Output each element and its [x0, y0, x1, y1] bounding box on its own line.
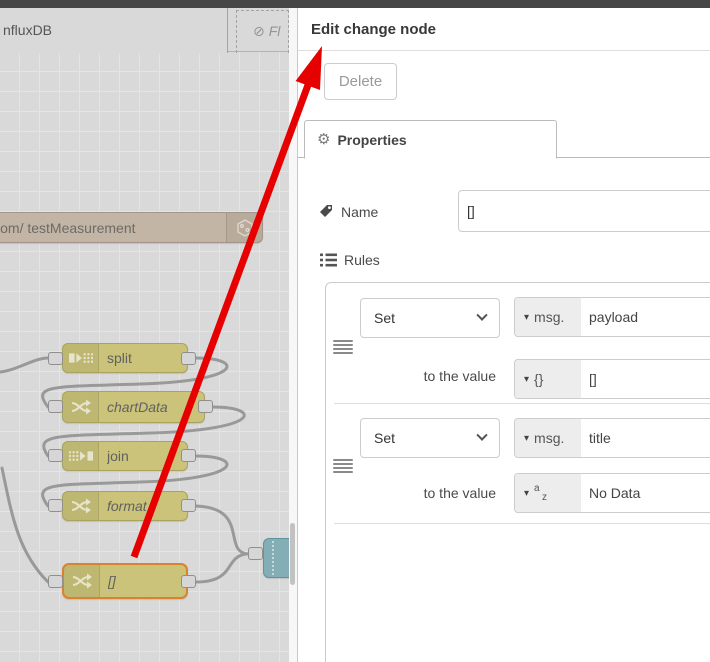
- rule-2-to-label: to the value: [423, 485, 496, 501]
- join-icon: [63, 442, 99, 470]
- node-join[interactable]: join: [62, 441, 188, 471]
- name-input[interactable]: [458, 190, 710, 232]
- selected-input-port[interactable]: [48, 575, 63, 588]
- teal-node-icon-edge: [272, 541, 274, 575]
- join-input-port[interactable]: [48, 449, 63, 462]
- caret-down-icon: ▾: [524, 487, 530, 499]
- join-output-port[interactable]: [181, 449, 196, 462]
- rule-2-action-value: Set: [374, 430, 396, 446]
- rules-container: Set ▾ msg. payload to the value ▾ {} []: [325, 282, 710, 662]
- selected-output-port[interactable]: [181, 575, 196, 588]
- canvas-scrollbar-thumb[interactable]: [290, 523, 295, 585]
- node-split[interactable]: split: [62, 343, 188, 373]
- tab-properties[interactable]: ⚙ Properties: [304, 120, 557, 159]
- rule-2-value: No Data: [589, 485, 641, 501]
- panel-title: Edit change node: [311, 21, 437, 38]
- tab-influxdb[interactable]: nfluxDB: [0, 8, 228, 53]
- node-selected-label: []: [108, 573, 116, 589]
- rules-label: Rules: [344, 252, 380, 268]
- tab-disabled-flow[interactable]: ⊘ Fl: [236, 10, 289, 53]
- edit-panel: Edit change node Delete ⚙ Properties Nam…: [297, 8, 710, 662]
- tab-disabled-label: Fl: [268, 23, 281, 39]
- node-influxdb-label: data.com/ testMeasurement: [0, 219, 136, 236]
- rule-divider: [334, 523, 710, 524]
- chartdata-output-port[interactable]: [198, 400, 213, 413]
- change-icon: [63, 492, 99, 520]
- rule-1-drag-handle[interactable]: [333, 340, 353, 354]
- name-label: Name: [341, 204, 379, 220]
- json-type-icon: {}: [534, 371, 544, 387]
- circle-slash-icon: ⊘: [253, 24, 265, 40]
- gear-icon: ⚙: [317, 130, 331, 148]
- teal-input-port[interactable]: [248, 547, 263, 560]
- node-format-label: format: [107, 498, 147, 514]
- rule-2-property-field[interactable]: ▾ msg. title: [514, 418, 710, 458]
- node-influxdb[interactable]: data.com/ testMeasurement: [0, 212, 263, 243]
- rule-1-value-field[interactable]: ▾ {} []: [514, 359, 710, 399]
- caret-down-icon: ▾: [524, 311, 530, 323]
- split-icon: [63, 344, 99, 372]
- chevron-down-icon: [476, 429, 488, 441]
- tab-properties-label: Properties: [337, 131, 407, 148]
- node-red-window: nfluxDB ⊘Fl data.com/ testMeasurement: [0, 0, 710, 662]
- node-chartdata[interactable]: chartData: [62, 391, 205, 423]
- wire-format-teal: [194, 504, 250, 556]
- string-type-icon: a z: [534, 483, 548, 503]
- chevron-down-icon: [476, 309, 488, 321]
- flow-canvas[interactable]: nfluxDB ⊘Fl data.com/ testMeasurement: [0, 8, 289, 662]
- node-format[interactable]: format: [62, 491, 188, 521]
- delete-button[interactable]: Delete: [324, 63, 397, 100]
- wire-selected-teal: [194, 552, 248, 584]
- split-output-port[interactable]: [181, 352, 196, 365]
- rule-divider: [334, 403, 710, 404]
- influxdb-logo-icon: [226, 213, 262, 242]
- rule-1-value-type[interactable]: ▾ {}: [515, 360, 581, 398]
- canvas-scrollbar: [289, 8, 297, 662]
- rule-1-to-label: to the value: [423, 368, 496, 384]
- rule-2-property-value: title: [589, 430, 611, 446]
- wire-into-split: [0, 356, 50, 374]
- node-split-label: split: [107, 350, 132, 366]
- wire-into-selected: [0, 466, 50, 584]
- node-join-label: join: [107, 448, 129, 464]
- rule-2-property-type[interactable]: ▾ msg.: [515, 419, 581, 457]
- chartdata-input-port[interactable]: [48, 400, 63, 413]
- rule-2-drag-handle[interactable]: [333, 459, 353, 473]
- split-input-port[interactable]: [48, 352, 63, 365]
- rule-1-property-value: payload: [589, 309, 639, 325]
- tag-icon: [318, 203, 334, 224]
- change-icon: [63, 392, 99, 422]
- app-header-bar: [0, 0, 710, 8]
- panel-tab-row: ⚙ Properties: [298, 120, 710, 159]
- list-icon: [320, 253, 337, 272]
- msg-type-label: msg.: [534, 430, 565, 446]
- rule-2-value-type[interactable]: ▾ a z: [515, 474, 581, 512]
- edit-panel-header: Edit change node: [298, 8, 710, 51]
- rule-1-value: []: [589, 371, 597, 387]
- node-selected-change[interactable]: []: [62, 563, 188, 599]
- msg-type-label: msg.: [534, 309, 565, 325]
- caret-down-icon: ▾: [524, 432, 530, 444]
- caret-down-icon: ▾: [524, 373, 530, 385]
- rule-1-action-select[interactable]: Set: [360, 298, 500, 338]
- rule-1-property-field[interactable]: ▾ msg. payload: [514, 297, 710, 337]
- change-icon: [64, 565, 100, 597]
- node-teal-partial[interactable]: [263, 538, 289, 578]
- rule-2-action-select[interactable]: Set: [360, 418, 500, 458]
- rule-1-property-type[interactable]: ▾ msg.: [515, 298, 581, 336]
- format-output-port[interactable]: [181, 499, 196, 512]
- rule-2-value-field[interactable]: ▾ a z No Data: [514, 473, 710, 513]
- format-input-port[interactable]: [48, 499, 63, 512]
- node-chartdata-label: chartData: [107, 399, 168, 415]
- rule-1-action-value: Set: [374, 310, 396, 326]
